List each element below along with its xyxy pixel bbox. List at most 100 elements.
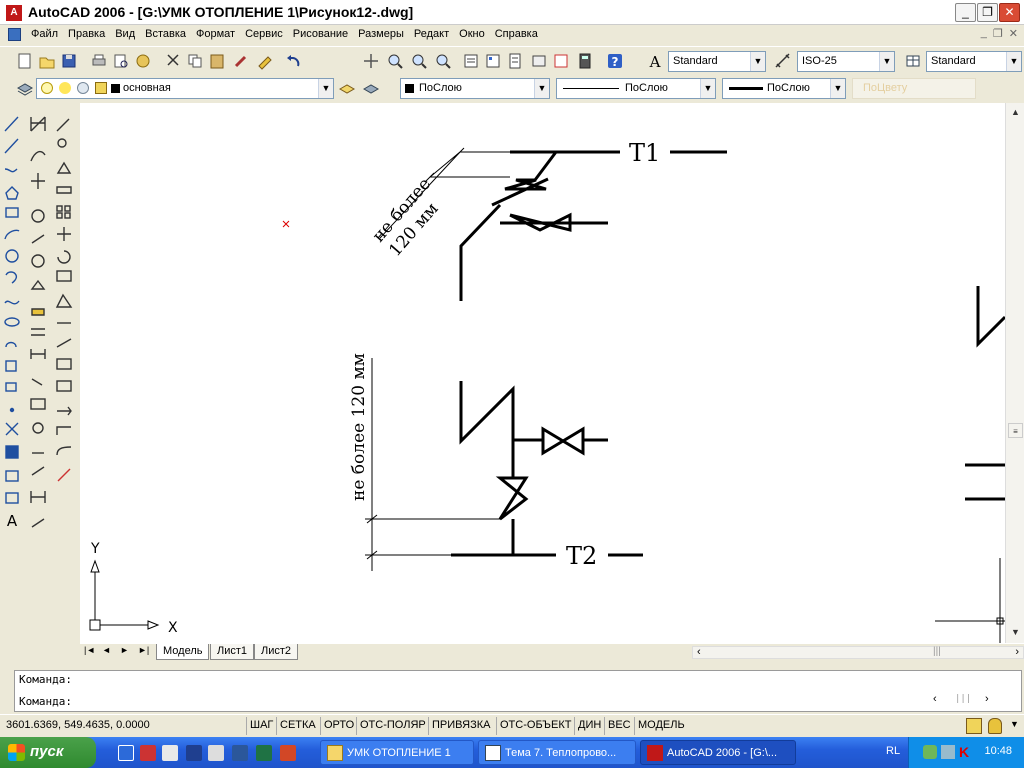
tab-last-icon[interactable]: ►|	[138, 645, 149, 655]
tray-network-icon[interactable]	[923, 745, 937, 759]
zoom-previous-icon[interactable]	[434, 52, 452, 70]
ortho-toggle[interactable]: ОРТО	[320, 717, 357, 735]
layer-on-icon[interactable]	[41, 82, 53, 94]
scroll-up-icon[interactable]: ▲	[1008, 105, 1023, 120]
pan-icon[interactable]	[362, 52, 380, 70]
layer-dropdown[interactable]: основная ▼	[36, 78, 334, 99]
linetype-dropdown[interactable]: ПоСлою ▼	[556, 78, 716, 99]
menu-item-7[interactable]: Размеры	[353, 28, 409, 40]
object-tracking-toggle[interactable]: ОТС-ОБЪЕКТ	[496, 717, 574, 735]
autocad-app-icon[interactable]: A	[6, 5, 22, 21]
quicklaunch-powerpoint-icon[interactable]	[280, 745, 296, 761]
cut-icon[interactable]	[164, 52, 182, 70]
design-center-icon[interactable]	[484, 52, 502, 70]
text-style-icon[interactable]: A	[646, 52, 664, 71]
object-snap-toggle[interactable]: ПРИВЯЗКА	[428, 717, 493, 735]
markup-set-manager-icon[interactable]	[552, 52, 570, 70]
layer-previous-icon[interactable]	[362, 79, 380, 97]
polar-tracking-toggle[interactable]: ОТС-ПОЛЯР	[356, 717, 429, 735]
scroll-right-icon[interactable]: ›	[1015, 646, 1019, 658]
help-icon[interactable]: ?	[606, 52, 624, 70]
lineweight-toggle[interactable]: ВЕС	[604, 717, 634, 735]
command-scroll-thumb[interactable]: |||	[955, 694, 971, 704]
calculator-icon[interactable]	[576, 52, 594, 70]
quicklaunch-save-icon[interactable]	[140, 745, 156, 761]
tab-next-icon[interactable]: ►	[120, 645, 129, 655]
copy-icon[interactable]	[186, 52, 204, 70]
tray-antivirus-icon[interactable]: K	[959, 744, 969, 760]
draw-modify-dim-toolbars[interactable]: A	[0, 103, 80, 668]
quicklaunch-mail-icon[interactable]	[208, 745, 224, 761]
menu-item-3[interactable]: Вставка	[140, 28, 191, 40]
menu-item-1[interactable]: Правка	[63, 28, 110, 40]
menu-item-6[interactable]: Рисование	[288, 28, 353, 40]
dynamic-input-toggle[interactable]: ДИН	[574, 717, 604, 735]
toolbar-lock-icon[interactable]	[988, 718, 1002, 734]
menu-item-9[interactable]: Окно	[454, 28, 490, 40]
zoom-realtime-icon[interactable]	[386, 52, 404, 70]
quicklaunch-ie-icon[interactable]	[118, 745, 134, 761]
undo-icon[interactable]	[285, 52, 303, 70]
quicklaunch-excel-icon[interactable]	[256, 745, 272, 761]
command-prompt-line[interactable]: Команда:	[19, 695, 72, 708]
document-icon[interactable]	[8, 28, 21, 41]
sheet-set-manager-icon[interactable]	[530, 52, 548, 70]
dim-style-icon[interactable]	[774, 52, 792, 70]
status-menu-icon[interactable]: ▼	[1010, 719, 1019, 729]
new-file-icon[interactable]	[16, 52, 34, 70]
layer-lock-icon[interactable]	[95, 82, 107, 94]
block-editor-icon[interactable]	[256, 52, 274, 70]
tab-prev-icon[interactable]: ◄	[102, 645, 111, 655]
snap-toggle[interactable]: ШАГ	[246, 717, 276, 735]
menu-item-2[interactable]: Вид	[110, 28, 140, 40]
task-word-doc[interactable]: Тема 7. Теплопрово...	[478, 740, 636, 765]
paste-icon[interactable]	[208, 52, 226, 70]
scroll-thumb[interactable]: ≡	[1008, 423, 1023, 438]
layer-freeze-icon[interactable]	[59, 82, 71, 94]
vertical-scrollbar[interactable]: ▲ ≡ ▼	[1005, 103, 1024, 643]
quicklaunch-word-icon[interactable]	[232, 745, 248, 761]
make-object-layer-current-icon[interactable]	[338, 79, 356, 97]
menu-item-0[interactable]: Файл	[26, 28, 63, 40]
table-style-dropdown[interactable]: Standard ▼	[926, 51, 1022, 72]
horizontal-scrollbar[interactable]: ‹ ||| ›	[692, 646, 1024, 659]
zoom-window-icon[interactable]	[410, 52, 428, 70]
drawing-canvas[interactable]: Т1 не более 120 мм Т2 не более 120 мм Y …	[80, 103, 1007, 643]
tab-layout2[interactable]: Лист2	[254, 644, 299, 660]
model-space-toggle[interactable]: МОДЕЛЬ	[634, 717, 688, 735]
text-style-dropdown[interactable]: Standard ▼	[668, 51, 766, 72]
start-button[interactable]: пуск	[0, 737, 96, 768]
layer-viewport-freeze-icon[interactable]	[77, 82, 89, 94]
open-file-icon[interactable]	[38, 52, 56, 70]
menu-item-10[interactable]: Справка	[490, 28, 543, 40]
match-properties-icon[interactable]	[232, 52, 250, 70]
task-autocad[interactable]: AutoCAD 2006 - [G:\...	[640, 740, 796, 765]
tool-palettes-icon[interactable]	[506, 52, 524, 70]
lineweight-dropdown[interactable]: ПоСлою ▼	[722, 78, 846, 99]
tab-model[interactable]: Модель	[156, 644, 210, 660]
coordinates-readout[interactable]: 3601.6369, 549.4635, 0.0000	[6, 719, 150, 731]
drawing-area[interactable]: Т1 не более 120 мм Т2 не более 120 мм Y …	[80, 103, 1007, 643]
hscroll-thumb[interactable]: |||	[933, 646, 941, 657]
doc-minimize-button[interactable]: _	[981, 27, 987, 40]
table-style-icon[interactable]	[904, 52, 922, 70]
publish-icon[interactable]	[134, 52, 152, 70]
print-icon[interactable]	[90, 52, 108, 70]
doc-close-button[interactable]: ✕	[1009, 27, 1018, 40]
maximize-button[interactable]: ❐	[977, 3, 998, 22]
dim-style-dropdown[interactable]: ISO-25 ▼	[797, 51, 895, 72]
task-folder-umk[interactable]: УМК ОТОПЛЕНИЕ 1	[320, 740, 474, 765]
language-indicator[interactable]: RL	[886, 745, 900, 757]
quicklaunch-book-icon[interactable]	[186, 745, 202, 761]
scroll-left-icon[interactable]: ‹	[697, 646, 701, 658]
properties-icon[interactable]	[462, 52, 480, 70]
clock[interactable]: 10:48	[984, 745, 1012, 757]
menu-item-8[interactable]: Редакт	[409, 28, 454, 40]
layer-properties-icon[interactable]	[16, 79, 34, 97]
comm-center-icon[interactable]	[966, 718, 982, 734]
save-icon[interactable]	[60, 52, 78, 70]
doc-restore-button[interactable]: ❐	[993, 27, 1003, 40]
print-preview-icon[interactable]	[112, 52, 130, 70]
tab-first-icon[interactable]: |◄	[84, 645, 95, 655]
quicklaunch-doc-icon[interactable]	[162, 745, 178, 761]
